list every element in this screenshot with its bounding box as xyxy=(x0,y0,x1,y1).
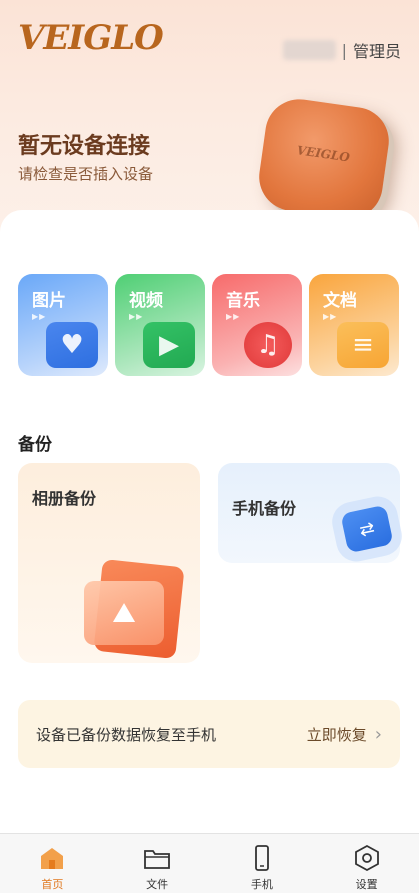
video-icon: ▶ xyxy=(143,322,195,368)
category-label: 音乐 xyxy=(226,291,260,311)
device-mark: VEIGLO xyxy=(295,143,351,165)
bottom-tab-bar: 首页 文件 手机 设置 xyxy=(0,833,419,893)
tab-home[interactable]: 首页 xyxy=(0,834,105,893)
play-indicator-icon: ▶︎▶︎ xyxy=(129,312,144,321)
folder-icon xyxy=(142,844,172,872)
tab-phone[interactable]: 手机 xyxy=(210,834,315,893)
settings-icon xyxy=(352,844,382,872)
device-status-subtitle: 请检查是否插入设备 xyxy=(18,165,154,183)
sync-icon: ⇄ xyxy=(340,504,394,554)
user-name: 1001 xyxy=(282,40,336,60)
photo-icon: ⛰ xyxy=(84,581,164,645)
music-icon: ♫ xyxy=(244,322,292,368)
restore-now-button[interactable]: 立即恢复 › xyxy=(307,724,382,745)
brand-logo: VEIGLO xyxy=(18,18,164,58)
user-role: 管理员 xyxy=(352,42,401,61)
home-icon xyxy=(37,844,67,872)
tab-label: 手机 xyxy=(250,878,273,891)
chevron-right-icon: › xyxy=(374,723,382,745)
phone-backup-label: 手机备份 xyxy=(232,499,297,518)
folder-icon: ≡ xyxy=(337,322,389,368)
device-illustration: VEIGLO xyxy=(254,94,394,224)
user-area[interactable]: 1001 | 管理员 xyxy=(282,38,401,62)
restore-banner[interactable]: 设备已备份数据恢复至手机 立即恢复 › xyxy=(18,700,400,768)
play-indicator-icon: ▶︎▶︎ xyxy=(32,312,47,321)
tab-settings[interactable]: 设置 xyxy=(314,834,419,893)
play-indicator-icon: ▶︎▶︎ xyxy=(226,312,241,321)
phone-icon xyxy=(247,844,277,872)
backup-section-title: 备份 xyxy=(18,435,52,455)
tab-label: 文件 xyxy=(146,878,169,891)
category-label: 图片 xyxy=(32,291,66,311)
category-tile-music[interactable]: 音乐 ▶︎▶︎ ♫ xyxy=(212,274,302,376)
album-backup-label: 相册备份 xyxy=(32,489,97,508)
album-backup-card[interactable]: 相册备份 ⛰ xyxy=(18,463,200,663)
tab-label: 首页 xyxy=(41,878,64,891)
category-label: 文档 xyxy=(323,291,357,311)
category-tile-documents[interactable]: 文档 ▶︎▶︎ ≡ xyxy=(309,274,399,376)
category-label: 视频 xyxy=(129,291,163,311)
category-tile-videos[interactable]: 视频 ▶︎▶︎ ▶ xyxy=(115,274,205,376)
device-status-title: 暂无设备连接 xyxy=(18,134,151,159)
tab-label: 设置 xyxy=(355,878,378,891)
phone-backup-card[interactable]: 手机备份 ⇄ xyxy=(218,463,400,563)
user-separator: | xyxy=(341,40,347,60)
image-icon: ♥ xyxy=(46,322,98,368)
category-tile-images[interactable]: 图片 ▶︎▶︎ ♥ xyxy=(18,274,108,376)
play-indicator-icon: ▶︎▶︎ xyxy=(323,312,338,321)
restore-text: 设备已备份数据恢复至手机 xyxy=(36,725,217,744)
restore-action-label: 立即恢复 xyxy=(306,725,367,744)
tab-files[interactable]: 文件 xyxy=(105,834,210,893)
